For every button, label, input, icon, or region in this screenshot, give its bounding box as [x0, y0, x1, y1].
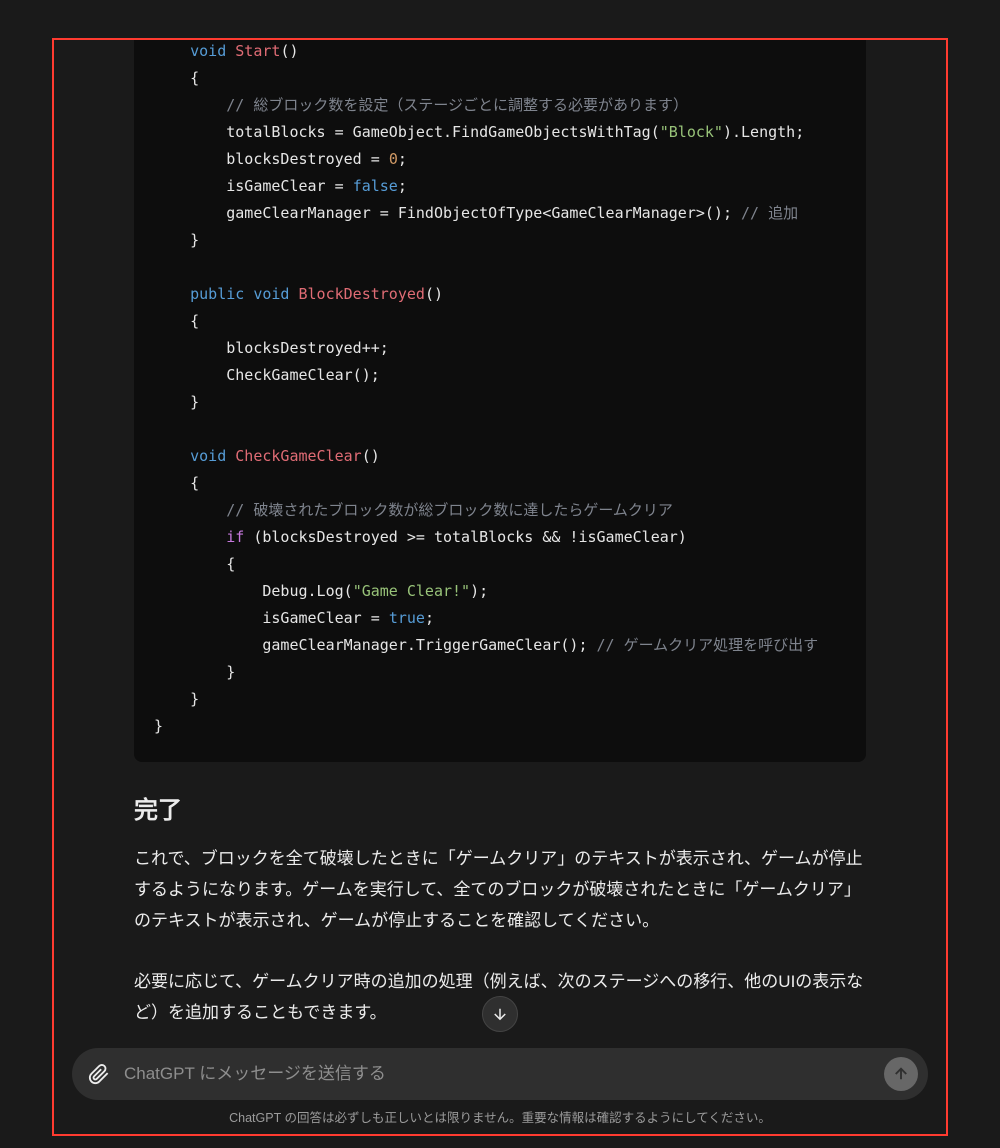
message-input[interactable]: [116, 1064, 884, 1084]
attach-button[interactable]: [82, 1057, 116, 1091]
disclaimer-text: ChatGPT の回答は必ずしも正しいとは限りません。重要な情報は確認するように…: [0, 1107, 1000, 1126]
code-block: void Start() { // 総ブロック数を設定（ステージごとに調整する必…: [134, 38, 866, 762]
paragraph-1: これで、ブロックを全て破壊したときに「ゲームクリア」のテキストが表示され、ゲーム…: [134, 843, 866, 936]
section-heading: 完了: [134, 790, 866, 825]
send-button[interactable]: [884, 1057, 918, 1091]
composer: [72, 1048, 928, 1100]
scroll-to-bottom-button[interactable]: [482, 996, 518, 1032]
message-content: void Start() { // 総ブロック数を設定（ステージごとに調整する必…: [52, 38, 948, 1048]
